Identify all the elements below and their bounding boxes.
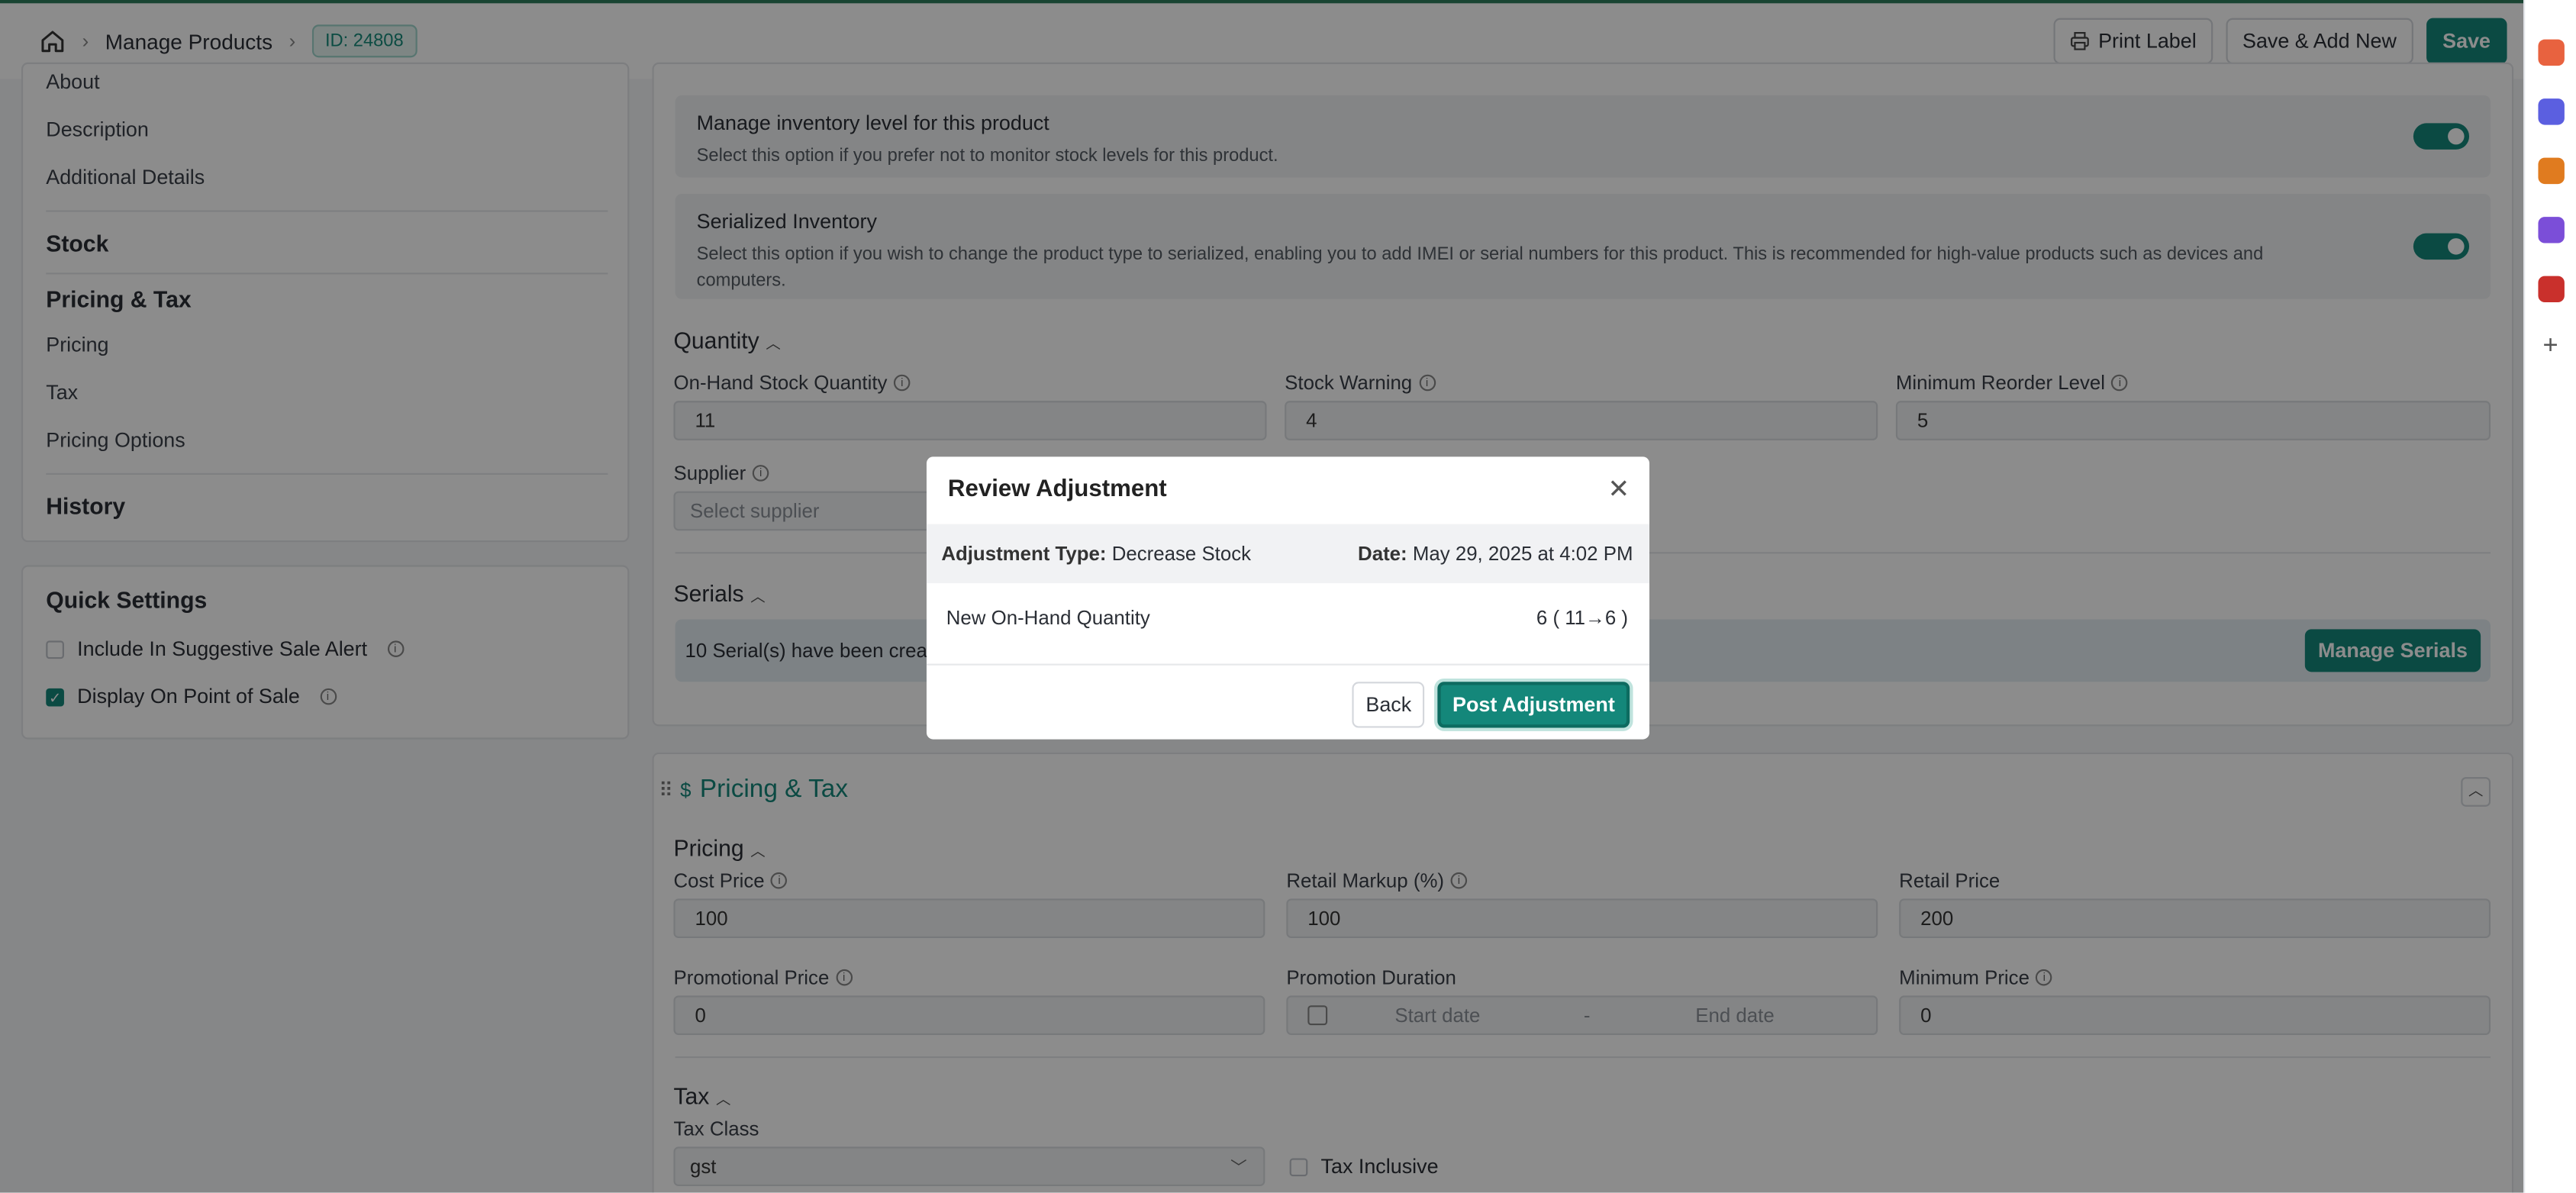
app-icon-gift[interactable]: [2537, 39, 2564, 66]
date-label: Date:: [1358, 542, 1407, 566]
add-app-icon[interactable]: +: [2537, 333, 2563, 361]
right-app-rail: +: [2523, 0, 2576, 1193]
app-icon-card[interactable]: [2537, 276, 2564, 303]
app-icon-orange[interactable]: [2537, 157, 2564, 185]
post-adjustment-button[interactable]: Post Adjustment: [1437, 682, 1630, 728]
dialog-footer: Back Post Adjustment: [1352, 682, 1630, 728]
new-quantity-row: New On-Hand Quantity 6 ( 11→6 ): [926, 583, 1650, 666]
adjustment-type-label: Adjustment Type:: [941, 542, 1107, 566]
dialog-title: Review Adjustment: [947, 476, 1167, 503]
review-adjustment-dialog: Review Adjustment ✕ Adjustment Type: Dec…: [926, 456, 1650, 740]
close-icon[interactable]: ✕: [1607, 473, 1630, 506]
adjustment-type-value: Decrease Stock: [1111, 542, 1252, 566]
new-quantity-label: New On-Hand Quantity: [946, 606, 1150, 630]
adjustment-summary-band: Adjustment Type: Decrease Stock Date: Ma…: [926, 524, 1650, 584]
app-icon-chat[interactable]: [2537, 98, 2564, 125]
date-value: May 29, 2025 at 4:02 PM: [1412, 542, 1633, 566]
new-quantity-value: 6 ( 11→6 ): [1536, 606, 1629, 630]
back-button[interactable]: Back: [1352, 682, 1425, 728]
adjustment-type: Adjustment Type: Decrease Stock: [941, 542, 1251, 565]
adjustment-date: Date: May 29, 2025 at 4:02 PM: [1358, 542, 1633, 565]
app-icon-purple[interactable]: [2537, 217, 2564, 243]
